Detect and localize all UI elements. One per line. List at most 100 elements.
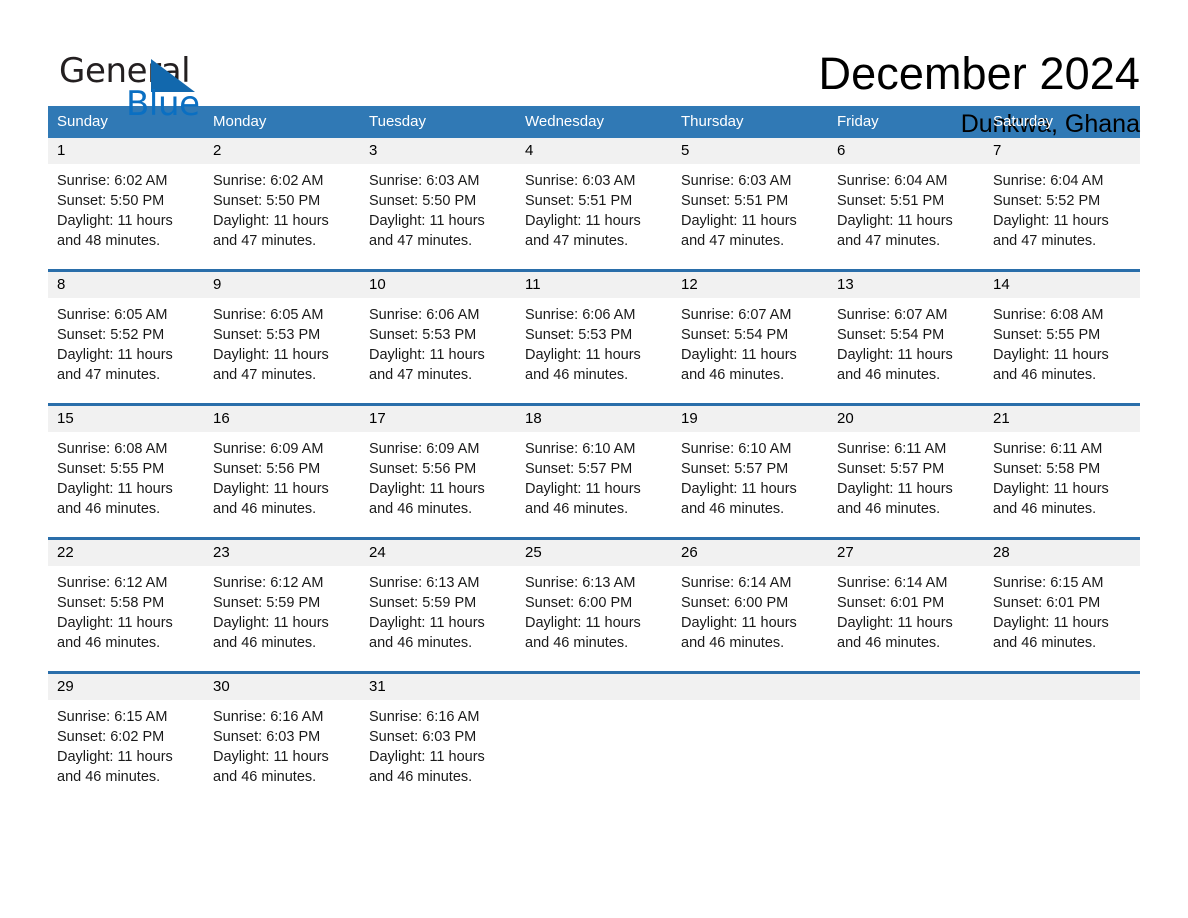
daylight-duration-line2: and 46 minutes. [369, 501, 473, 517]
day-number-band: 13 [828, 272, 984, 298]
calendar-day-cell[interactable]: 7 Sunrise: 6:04 AM Sunset: 5:52 PM Daylight… [984, 138, 1140, 269]
calendar-day-cell[interactable]: 6 Sunrise: 6:04 AM Sunset: 5:51 PM Daylight… [828, 138, 984, 269]
day-number-band: 22 [48, 540, 204, 566]
day-details: Sunrise: 6:12 AM Sunset: 5:59 PM Daylight:… [204, 566, 360, 653]
calendar-day-cell[interactable]: 24 Sunrise: 6:13 AM Sunset: 5:59 PM Dayligh… [360, 540, 516, 671]
day-number-band: 29 [48, 674, 204, 700]
sunrise-time: Sunrise: 6:02 AM [213, 173, 324, 189]
calendar-day-cell[interactable]: 1 Sunrise: 6:02 AM Sunset: 5:50 PM Daylight… [48, 138, 204, 269]
calendar-day-cell[interactable]: 5 Sunrise: 6:03 AM Sunset: 5:51 PM Daylight… [672, 138, 828, 269]
calendar-day-cell[interactable]: 4 Sunrise: 6:03 AM Sunset: 5:51 PM Daylight… [516, 138, 672, 269]
daylight-duration-line1: Daylight: 11 hours [57, 481, 173, 497]
weekday-header-saturday: Saturday [993, 113, 1054, 130]
day-details: Sunrise: 6:16 AM Sunset: 6:03 PM Daylight:… [360, 700, 516, 787]
day-number: 15 [57, 410, 74, 427]
calendar-day-cell[interactable]: 23 Sunrise: 6:12 AM Sunset: 5:59 PM Dayligh… [204, 540, 360, 671]
daylight-duration-line2: and 46 minutes. [369, 769, 473, 785]
day-number: 31 [369, 678, 386, 695]
calendar-week-row: 22 Sunrise: 6:12 AM Sunset: 5:58 PM Dayligh… [48, 537, 1140, 671]
day-number-band: 25 [516, 540, 672, 566]
daylight-duration-line2: and 46 minutes. [57, 635, 161, 651]
calendar-day-cell[interactable]: 12 Sunrise: 6:07 AM Sunset: 5:54 PM Dayligh… [672, 272, 828, 403]
day-details: Sunrise: 6:08 AM Sunset: 5:55 PM Daylight:… [48, 432, 204, 519]
sunrise-time: Sunrise: 6:06 AM [525, 307, 636, 323]
calendar-week-row: 8 Sunrise: 6:05 AM Sunset: 5:52 PM Daylight… [48, 269, 1140, 403]
day-number: 22 [57, 544, 74, 561]
calendar-day-cell[interactable]: 22 Sunrise: 6:12 AM Sunset: 5:58 PM Dayligh… [48, 540, 204, 671]
sunset-time: Sunset: 5:53 PM [213, 327, 321, 343]
day-number-band [984, 674, 1140, 700]
day-number-band: 2 [204, 138, 360, 164]
calendar-day-cell[interactable]: 27 Sunrise: 6:14 AM Sunset: 6:01 PM Dayligh… [828, 540, 984, 671]
calendar-day-cell[interactable]: 2 Sunrise: 6:02 AM Sunset: 5:50 PM Daylight… [204, 138, 360, 269]
sunrise-time: Sunrise: 6:04 AM [993, 173, 1104, 189]
calendar-day-cell[interactable]: 31 Sunrise: 6:16 AM Sunset: 6:03 PM Dayligh… [360, 674, 516, 805]
calendar-day-cell[interactable]: 17 Sunrise: 6:09 AM Sunset: 5:56 PM Dayligh… [360, 406, 516, 537]
sunset-time: Sunset: 6:02 PM [57, 729, 165, 745]
daylight-duration-line2: and 46 minutes. [993, 501, 1097, 517]
calendar-day-cell[interactable]: 13 Sunrise: 6:07 AM Sunset: 5:54 PM Dayligh… [828, 272, 984, 403]
day-number-band [672, 674, 828, 700]
day-number-band: 26 [672, 540, 828, 566]
day-details [984, 700, 1140, 707]
sunrise-time: Sunrise: 6:03 AM [369, 173, 480, 189]
day-details: Sunrise: 6:14 AM Sunset: 6:00 PM Daylight:… [672, 566, 828, 653]
sunset-time: Sunset: 5:50 PM [57, 193, 165, 209]
daylight-duration-line1: Daylight: 11 hours [213, 213, 329, 229]
daylight-duration-line2: and 46 minutes. [681, 501, 785, 517]
calendar-day-cell[interactable]: 26 Sunrise: 6:14 AM Sunset: 6:00 PM Dayligh… [672, 540, 828, 671]
calendar-day-cell[interactable]: 29 Sunrise: 6:15 AM Sunset: 6:02 PM Dayligh… [48, 674, 204, 805]
calendar-day-cell[interactable]: 11 Sunrise: 6:06 AM Sunset: 5:53 PM Dayligh… [516, 272, 672, 403]
day-details: Sunrise: 6:10 AM Sunset: 5:57 PM Daylight:… [672, 432, 828, 519]
sunrise-time: Sunrise: 6:13 AM [369, 575, 480, 591]
daylight-duration-line2: and 46 minutes. [369, 635, 473, 651]
day-number: 16 [213, 410, 230, 427]
sunset-time: Sunset: 5:50 PM [213, 193, 321, 209]
calendar-day-cell[interactable]: 8 Sunrise: 6:05 AM Sunset: 5:52 PM Daylight… [48, 272, 204, 403]
day-details: Sunrise: 6:11 AM Sunset: 5:57 PM Daylight:… [828, 432, 984, 519]
calendar-day-cell[interactable]: 20 Sunrise: 6:11 AM Sunset: 5:57 PM Dayligh… [828, 406, 984, 537]
daylight-duration-line1: Daylight: 11 hours [369, 213, 485, 229]
daylight-duration-line1: Daylight: 11 hours [525, 213, 641, 229]
daylight-duration-line2: and 46 minutes. [213, 769, 317, 785]
day-number-band: 14 [984, 272, 1140, 298]
day-number: 12 [681, 276, 698, 293]
calendar-day-cell[interactable]: 28 Sunrise: 6:15 AM Sunset: 6:01 PM Dayligh… [984, 540, 1140, 671]
daylight-duration-line1: Daylight: 11 hours [213, 615, 329, 631]
day-number-band: 16 [204, 406, 360, 432]
daylight-duration-line1: Daylight: 11 hours [57, 347, 173, 363]
calendar-day-cell[interactable]: 16 Sunrise: 6:09 AM Sunset: 5:56 PM Dayligh… [204, 406, 360, 537]
sunrise-time: Sunrise: 6:14 AM [837, 575, 948, 591]
day-number-band: 6 [828, 138, 984, 164]
sunrise-time: Sunrise: 6:09 AM [369, 441, 480, 457]
sunrise-time: Sunrise: 6:16 AM [369, 709, 480, 725]
day-number-band: 28 [984, 540, 1140, 566]
daylight-duration-line1: Daylight: 11 hours [369, 481, 485, 497]
calendar-day-cell[interactable]: 9 Sunrise: 6:05 AM Sunset: 5:53 PM Daylight… [204, 272, 360, 403]
sunset-time: Sunset: 5:57 PM [681, 461, 789, 477]
calendar-day-cell[interactable]: 18 Sunrise: 6:10 AM Sunset: 5:57 PM Dayligh… [516, 406, 672, 537]
day-details: Sunrise: 6:04 AM Sunset: 5:52 PM Daylight:… [984, 164, 1140, 251]
sunrise-time: Sunrise: 6:10 AM [681, 441, 792, 457]
day-number: 13 [837, 276, 854, 293]
daylight-duration-line2: and 46 minutes. [681, 635, 785, 651]
calendar-day-cell[interactable]: 14 Sunrise: 6:08 AM Sunset: 5:55 PM Dayligh… [984, 272, 1140, 403]
calendar-day-cell[interactable]: 15 Sunrise: 6:08 AM Sunset: 5:55 PM Dayligh… [48, 406, 204, 537]
day-number-band: 18 [516, 406, 672, 432]
calendar-day-cell[interactable]: 21 Sunrise: 6:11 AM Sunset: 5:58 PM Dayligh… [984, 406, 1140, 537]
daylight-duration-line2: and 47 minutes. [213, 233, 317, 249]
sunrise-time: Sunrise: 6:04 AM [837, 173, 948, 189]
daylight-duration-line1: Daylight: 11 hours [369, 347, 485, 363]
sunset-time: Sunset: 5:57 PM [525, 461, 633, 477]
calendar-day-cell[interactable]: 10 Sunrise: 6:06 AM Sunset: 5:53 PM Dayligh… [360, 272, 516, 403]
day-number: 20 [837, 410, 854, 427]
calendar-day-cell[interactable]: 30 Sunrise: 6:16 AM Sunset: 6:03 PM Dayligh… [204, 674, 360, 805]
calendar-day-cell[interactable]: 25 Sunrise: 6:13 AM Sunset: 6:00 PM Dayligh… [516, 540, 672, 671]
calendar-day-cell[interactable]: 3 Sunrise: 6:03 AM Sunset: 5:50 PM Daylight… [360, 138, 516, 269]
day-details: Sunrise: 6:06 AM Sunset: 5:53 PM Daylight:… [516, 298, 672, 385]
day-number: 14 [993, 276, 1010, 293]
daylight-duration-line2: and 46 minutes. [525, 501, 629, 517]
sunset-time: Sunset: 5:52 PM [993, 193, 1101, 209]
calendar-day-cell[interactable]: 19 Sunrise: 6:10 AM Sunset: 5:57 PM Dayligh… [672, 406, 828, 537]
sunset-time: Sunset: 5:59 PM [213, 595, 321, 611]
